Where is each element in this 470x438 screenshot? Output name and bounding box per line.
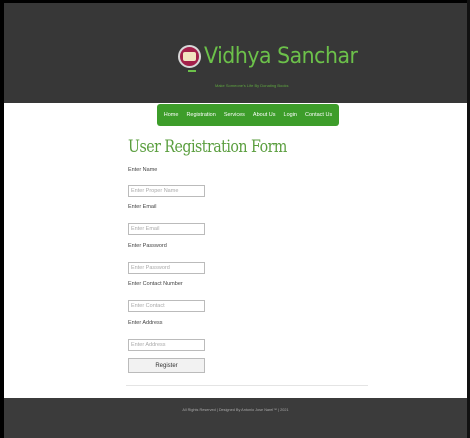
address-label: Enter Address — [128, 320, 163, 326]
site-header: Vidhya Sanchar Make Someone's Life By Do… — [4, 3, 467, 103]
logo-badge-icon — [178, 45, 201, 68]
site-title: Vidhya Sanchar — [204, 44, 358, 69]
contact-label: Enter Contact Number — [128, 281, 183, 287]
page: Vidhya Sanchar Make Someone's Life By Do… — [0, 0, 470, 438]
footer-text: All Rights Reserved | Designed By Antoni… — [182, 408, 289, 412]
name-label: Enter Name — [128, 167, 158, 173]
form-divider — [126, 385, 368, 386]
contact-field[interactable] — [128, 300, 205, 312]
main-nav: Home Registration Services About Us Logi… — [157, 104, 339, 126]
nav-item-home[interactable]: Home — [164, 112, 179, 118]
site-logo[interactable]: Vidhya Sanchar — [178, 44, 369, 69]
email-label: Enter Email — [128, 204, 157, 210]
logo-underline — [188, 70, 196, 72]
email-field[interactable] — [128, 223, 205, 235]
nav-item-contact-us[interactable]: Contact Us — [305, 112, 332, 118]
nav-item-services[interactable]: Services — [224, 112, 245, 118]
password-field[interactable] — [128, 262, 205, 274]
name-field[interactable] — [128, 185, 205, 197]
address-field[interactable] — [128, 339, 205, 351]
nav-item-registration[interactable]: Registration — [186, 112, 215, 118]
nav-item-about-us[interactable]: About Us — [253, 112, 276, 118]
nav-item-login[interactable]: Login — [284, 112, 297, 118]
site-tagline: Make Someone's Life By Donating Books — [215, 83, 289, 88]
site-footer: All Rights Reserved | Designed By Antoni… — [4, 398, 467, 438]
password-label: Enter Password — [128, 243, 167, 249]
page-title: User Registration Form — [128, 137, 287, 156]
register-button[interactable]: Register — [128, 358, 205, 373]
